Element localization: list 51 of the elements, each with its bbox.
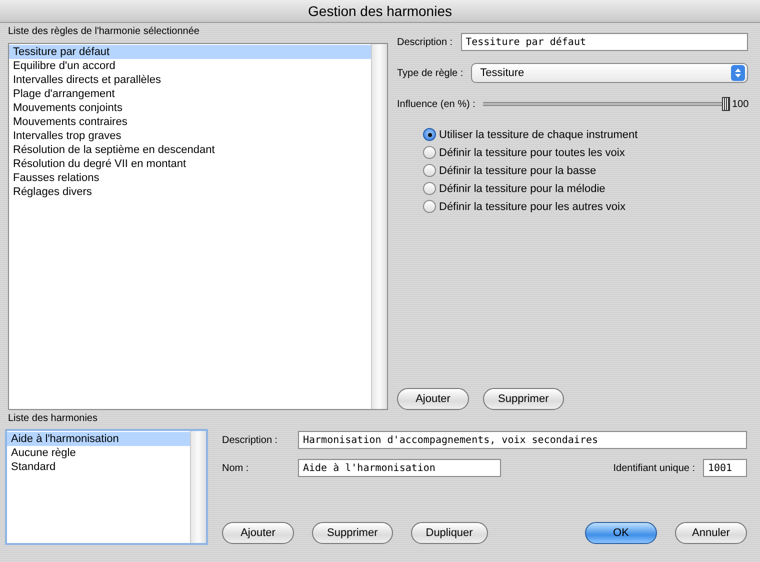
- push-button[interactable]: Dupliquer: [410, 522, 488, 544]
- harmony-item[interactable]: Aucune règle: [7, 446, 190, 460]
- push-button[interactable]: OK: [585, 522, 657, 544]
- window-title: Gestion des harmonies: [308, 3, 452, 19]
- slider-value: 100: [732, 98, 748, 110]
- field-label: Description :: [397, 36, 453, 48]
- rule-type-dropdown[interactable]: Tessiture: [471, 63, 748, 83]
- rule-item[interactable]: Résolution de la septième en descendant: [9, 143, 371, 157]
- id-field[interactable]: 1001: [703, 459, 747, 477]
- description-field[interactable]: Harmonisation d'accompagnements, voix secondaires: [298, 431, 747, 449]
- slider-track[interactable]: [483, 97, 730, 111]
- radio-button[interactable]: [423, 146, 436, 159]
- harmony-item[interactable]: Aide à l'harmonisation: [7, 432, 190, 446]
- push-button[interactable]: Ajouter: [397, 388, 469, 410]
- rule-item[interactable]: Fausses relations: [9, 171, 371, 185]
- rule-item[interactable]: Intervalles trop graves: [9, 129, 371, 143]
- rule-item[interactable]: Réglages divers: [9, 185, 371, 199]
- radio-label[interactable]: Utiliser la tessiture de chaque instrument: [439, 128, 638, 140]
- push-button[interactable]: Annuler: [675, 522, 747, 544]
- scrollbar[interactable]: [190, 431, 206, 543]
- slider-label: Influence (en %) :: [397, 98, 476, 110]
- rule-item[interactable]: Equilibre d'un accord: [9, 59, 371, 73]
- rule-item[interactable]: Mouvements contraires: [9, 115, 371, 129]
- radio-label[interactable]: Définir la tessiture pour les autres voix: [439, 200, 626, 212]
- section-label: Liste des règles de l'harmonie sélectionnée: [8, 26, 200, 38]
- radio-button[interactable]: [423, 182, 436, 195]
- radio-label[interactable]: Définir la tessiture pour la basse: [439, 164, 596, 176]
- field-label: Type de règle :: [397, 68, 464, 78]
- rule-item[interactable]: Intervalles directs et parallèles: [9, 73, 371, 87]
- radio-label[interactable]: Définir la tessiture pour la mélodie: [439, 182, 606, 194]
- push-button[interactable]: Supprimer: [312, 522, 393, 544]
- radio-button[interactable]: [423, 128, 436, 141]
- scrollbar[interactable]: [371, 44, 387, 409]
- stepper-icon: [731, 65, 745, 81]
- description-field[interactable]: Tessiture par défaut: [460, 33, 748, 51]
- slider-thumb[interactable]: [722, 97, 730, 111]
- harmony-item[interactable]: Standard: [7, 460, 190, 474]
- section-label: Liste des harmonies: [8, 413, 98, 425]
- field-label: Identifiant unique :: [613, 462, 695, 474]
- field-label: Nom :: [222, 462, 250, 474]
- rule-item[interactable]: Tessiture par défaut: [9, 45, 371, 59]
- push-button[interactable]: Supprimer: [483, 388, 564, 410]
- rule-item[interactable]: Mouvements conjoints: [9, 101, 371, 115]
- rule-item[interactable]: Résolution du degré VII en montant: [9, 157, 371, 171]
- field-label: Description :: [222, 434, 279, 446]
- push-button[interactable]: Ajouter: [222, 522, 294, 544]
- radio-button[interactable]: [423, 164, 436, 177]
- name-field[interactable]: Aide à l'harmonisation: [298, 459, 501, 477]
- radio-button[interactable]: [423, 200, 436, 213]
- rule-item[interactable]: Plage d'arrangement: [9, 87, 371, 101]
- radio-label[interactable]: Définir la tessiture pour toutes les voix: [439, 146, 625, 158]
